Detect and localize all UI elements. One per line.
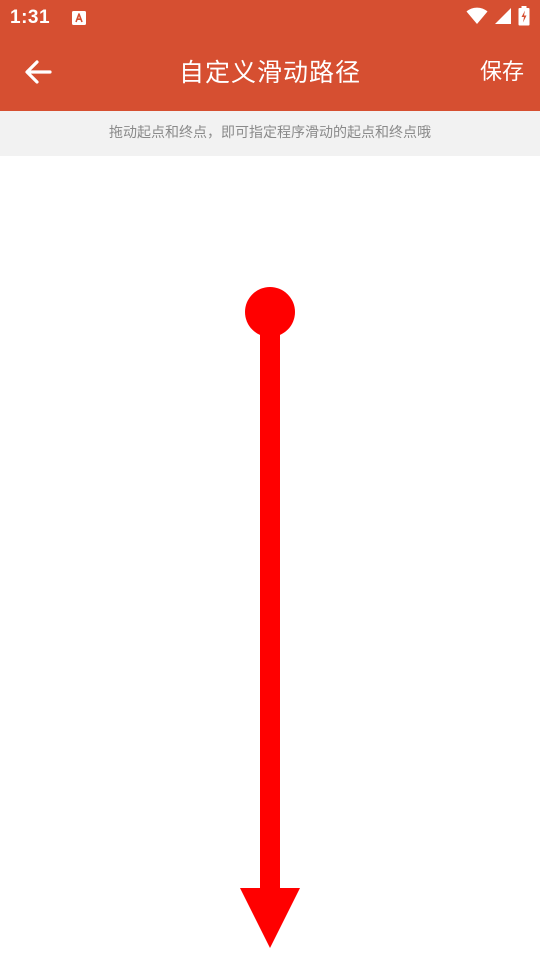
end-point-arrow[interactable] [240, 888, 300, 948]
save-button[interactable]: 保存 [480, 57, 524, 89]
page-title: 自定义滑动路径 [178, 58, 361, 87]
status-bar: 1:31 [0, 0, 540, 36]
app-bar: 自定义滑动路径 保存 [0, 36, 540, 111]
status-icons [466, 6, 530, 30]
battery-icon [518, 6, 530, 30]
hint-bar: 拖动起点和终点，即可指定程序滑动的起点和终点哦 [0, 111, 540, 156]
a-notification-icon [71, 10, 87, 26]
wifi-icon [466, 7, 488, 29]
start-point-handle[interactable] [245, 287, 295, 337]
top-header: 1:31 自定义滑动路径 保存 [0, 0, 540, 111]
status-time: 1:31 [10, 7, 51, 28]
app-screen: 1:31 自定义滑动路径 保存 拖动起点和终点，即可指定程序滑动的起点和终点哦 [0, 0, 540, 960]
swipe-path-drawing [240, 287, 300, 948]
swipe-path-canvas[interactable] [0, 156, 540, 960]
path-line [260, 312, 280, 894]
signal-icon [494, 7, 512, 29]
